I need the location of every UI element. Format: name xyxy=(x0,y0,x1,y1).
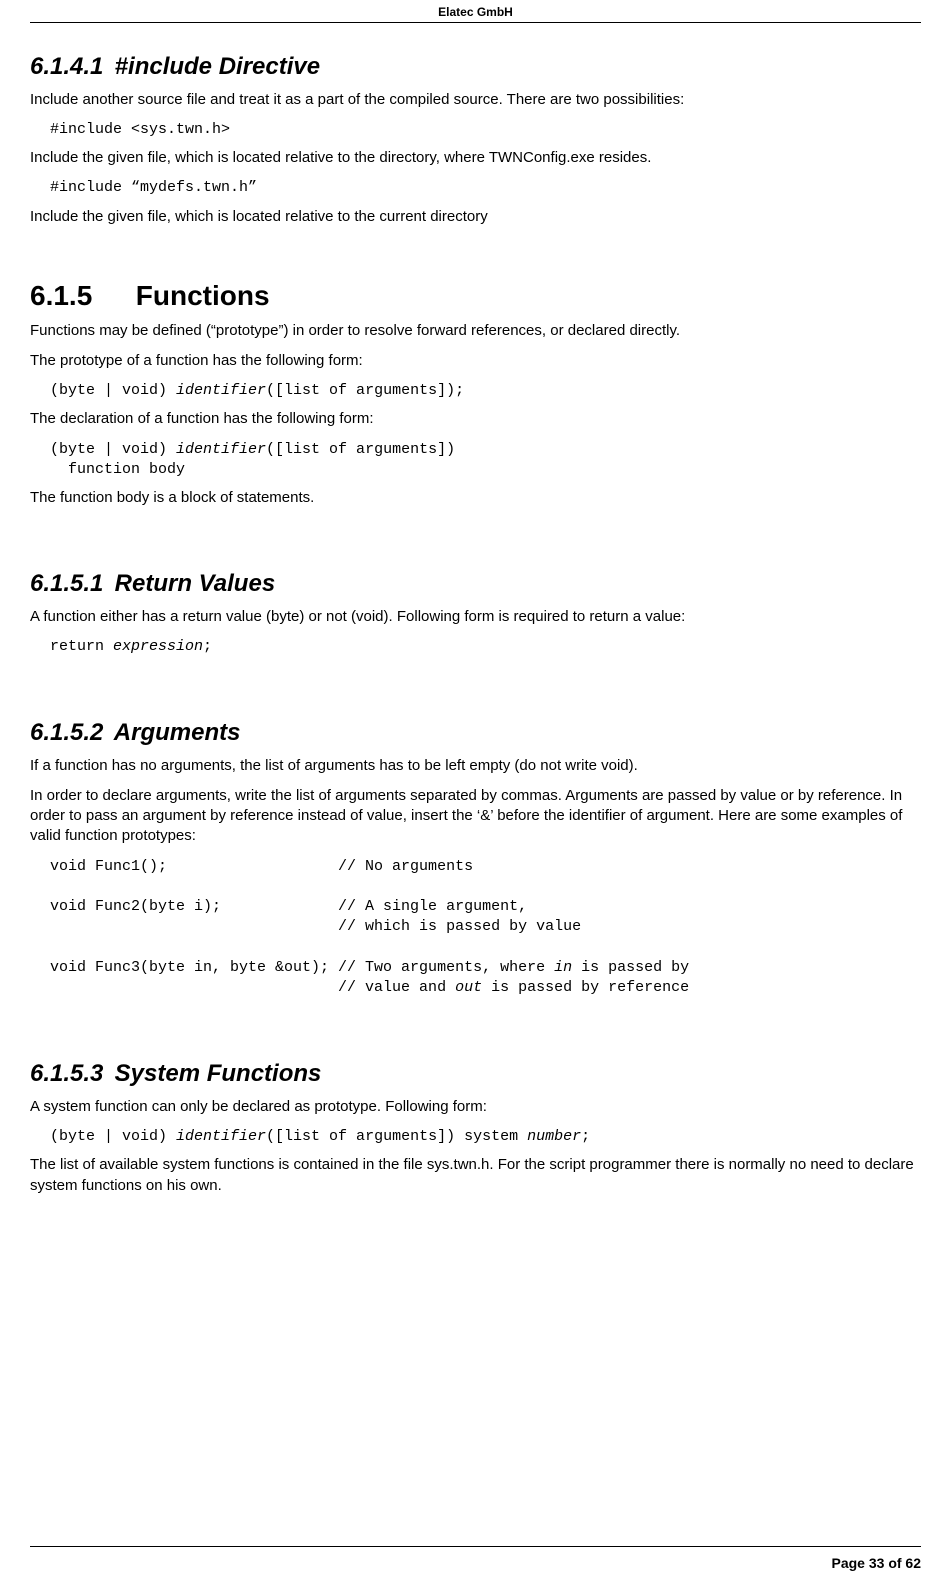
code-block: (byte | void) identifier([list of argume… xyxy=(50,1127,921,1147)
paragraph: The list of available system functions i… xyxy=(30,1155,921,1196)
heading-functions: 6.1.5 Functions xyxy=(30,277,921,315)
paragraph: The prototype of a function has the foll… xyxy=(30,351,921,371)
page-header-company: Elatec GmbH xyxy=(30,0,921,22)
footer-rule xyxy=(30,1546,921,1547)
heading-number: 6.1.4.1 xyxy=(30,51,108,83)
paragraph: A function either has a return value (by… xyxy=(30,607,921,627)
heading-text: System Functions xyxy=(115,1060,322,1087)
paragraph: If a function has no arguments, the list… xyxy=(30,756,921,776)
paragraph: A system function can only be declared a… xyxy=(30,1097,921,1117)
code-block: (byte | void) identifier([list of argume… xyxy=(50,381,921,401)
header-rule xyxy=(30,22,921,23)
heading-number: 6.1.5.3 xyxy=(30,1058,108,1090)
paragraph: In order to declare arguments, write the… xyxy=(30,786,921,847)
paragraph: The function body is a block of statemen… xyxy=(30,488,921,508)
paragraph: Include the given file, which is located… xyxy=(30,207,921,227)
heading-arguments: 6.1.5.2 Arguments xyxy=(30,717,921,749)
page-footer-number: Page 33 of 62 xyxy=(832,1554,922,1573)
page-content: 6.1.4.1 #include Directive Include anoth… xyxy=(30,51,921,1326)
heading-system-functions: 6.1.5.3 System Functions xyxy=(30,1058,921,1090)
heading-text: Arguments xyxy=(114,719,241,746)
heading-number: 6.1.5.2 xyxy=(30,717,108,749)
code-block: #include “mydefs.twn.h” xyxy=(50,178,921,198)
heading-text: Return Values xyxy=(115,570,276,597)
paragraph: Include another source file and treat it… xyxy=(30,90,921,110)
heading-include-directive: 6.1.4.1 #include Directive xyxy=(30,51,921,83)
heading-return-values: 6.1.5.1 Return Values xyxy=(30,568,921,600)
paragraph: Functions may be defined (“prototype”) i… xyxy=(30,321,921,341)
paragraph: The declaration of a function has the fo… xyxy=(30,409,921,429)
code-block: #include <sys.twn.h> xyxy=(50,120,921,140)
code-block: (byte | void) identifier([list of argume… xyxy=(50,440,921,481)
code-block: return expression; xyxy=(50,637,921,657)
heading-number: 6.1.5 xyxy=(30,277,128,315)
heading-text: #include Directive xyxy=(115,53,320,80)
heading-number: 6.1.5.1 xyxy=(30,568,108,600)
heading-text: Functions xyxy=(136,280,270,311)
paragraph: Include the given file, which is located… xyxy=(30,148,921,168)
code-block: void Func1(); // No arguments void Func2… xyxy=(50,857,921,999)
